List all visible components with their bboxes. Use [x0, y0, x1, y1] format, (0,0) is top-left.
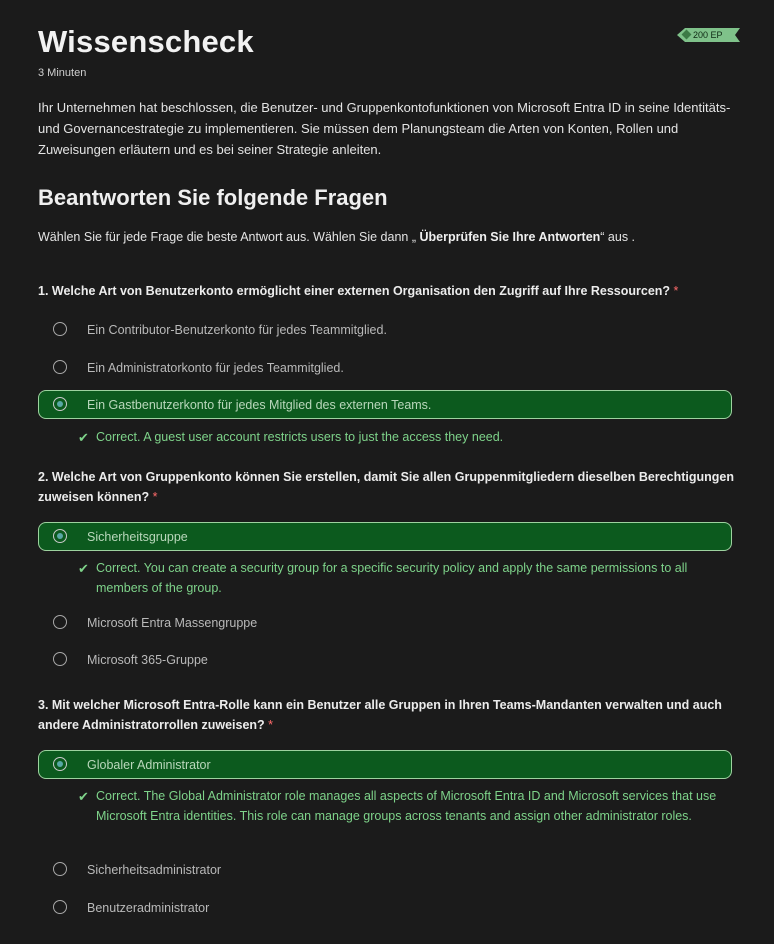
- question-text: 1. Welche Art von Benutzerkonto ermöglic…: [38, 284, 671, 298]
- radio-button-selected[interactable]: [53, 529, 67, 543]
- option-label: Ein Administratorkonto für jedes Teammit…: [87, 361, 344, 375]
- instruction-bold: Überprüfen Sie Ihre Antworten: [416, 230, 601, 244]
- xp-diamond-icon: [682, 30, 692, 40]
- option-label: Ein Contributor-Benutzerkonto für jedes …: [87, 323, 387, 337]
- q3-option-3[interactable]: Benutzeradministrator: [38, 893, 732, 922]
- checkmark-icon: ✔: [78, 789, 89, 804]
- instruction-pre: Wählen Sie für jede Frage die beste Antw…: [38, 230, 416, 244]
- option-label: Benutzeradministrator: [87, 901, 210, 915]
- q3-option-1[interactable]: Globaler Administrator: [38, 750, 732, 779]
- q1-option-1[interactable]: Ein Contributor-Benutzerkonto für jedes …: [38, 315, 732, 344]
- radio-button[interactable]: [53, 900, 67, 914]
- feedback-text: Correct. The Global Administrator role m…: [96, 789, 717, 823]
- instruction-text: Wählen Sie für jede Frage die beste Antw…: [38, 230, 635, 244]
- instruction-post: “ aus .: [600, 230, 636, 244]
- q2-option-2[interactable]: Microsoft Entra Massengruppe: [38, 608, 732, 637]
- required-marker: *: [673, 284, 679, 298]
- option-label: Microsoft Entra Massengruppe: [87, 616, 258, 630]
- feedback-text: Correct. You can create a security group…: [96, 561, 688, 595]
- xp-label: 200 EP: [693, 30, 723, 40]
- q1-option-2[interactable]: Ein Administratorkonto für jedes Teammit…: [38, 353, 732, 382]
- option-label: Globaler Administrator: [87, 758, 211, 772]
- question-3: 3. Mit welcher Microsoft Entra-Rolle kan…: [38, 695, 734, 735]
- q1-feedback: ✔ Correct. A guest user account restrict…: [78, 427, 728, 447]
- xp-badge: 200 EP: [677, 28, 740, 42]
- intro-text: Ihr Unternehmen hat beschlossen, die Ben…: [38, 100, 731, 157]
- duration-label: 3 Minuten: [38, 67, 87, 79]
- radio-button[interactable]: [53, 322, 67, 336]
- question-2: 2. Welche Art von Gruppenkonto können Si…: [38, 467, 734, 507]
- q3-option-2[interactable]: Sicherheitsadministrator: [38, 855, 732, 884]
- q1-option-3[interactable]: Ein Gastbenutzerkonto für jedes Mitglied…: [38, 390, 732, 419]
- option-label: Microsoft 365-Gruppe: [87, 653, 208, 667]
- knowledge-check-page: Wissenscheck 3 Minuten 200 EP Ihr Untern…: [0, 0, 774, 944]
- section-title: Beantworten Sie folgende Fragen: [38, 185, 388, 210]
- radio-button[interactable]: [53, 862, 67, 876]
- radio-button-selected[interactable]: [53, 397, 67, 411]
- q3-feedback: ✔ Correct. The Global Administrator role…: [78, 786, 728, 826]
- question-1: 1. Welche Art von Benutzerkonto ermöglic…: [38, 281, 734, 301]
- required-marker: *: [268, 718, 274, 732]
- option-label: Sicherheitsadministrator: [87, 863, 222, 877]
- question-text: 3. Mit welcher Microsoft Entra-Rolle kan…: [38, 698, 722, 732]
- checkmark-icon: ✔: [78, 430, 89, 445]
- page-title: Wissenscheck: [38, 24, 254, 59]
- radio-button[interactable]: [53, 360, 67, 374]
- q2-option-1[interactable]: Sicherheitsgruppe: [38, 522, 732, 551]
- option-label: Ein Gastbenutzerkonto für jedes Mitglied…: [87, 398, 432, 412]
- q2-feedback: ✔ Correct. You can create a security gro…: [78, 558, 728, 598]
- radio-button[interactable]: [53, 615, 67, 629]
- option-label: Sicherheitsgruppe: [87, 530, 188, 544]
- checkmark-icon: ✔: [78, 561, 89, 576]
- q2-option-3[interactable]: Microsoft 365-Gruppe: [38, 645, 732, 674]
- question-text: 2. Welche Art von Gruppenkonto können Si…: [38, 470, 734, 504]
- radio-button-selected[interactable]: [53, 757, 67, 771]
- radio-button[interactable]: [53, 652, 67, 666]
- required-marker: *: [152, 490, 158, 504]
- feedback-text: Correct. A guest user account restricts …: [96, 430, 504, 444]
